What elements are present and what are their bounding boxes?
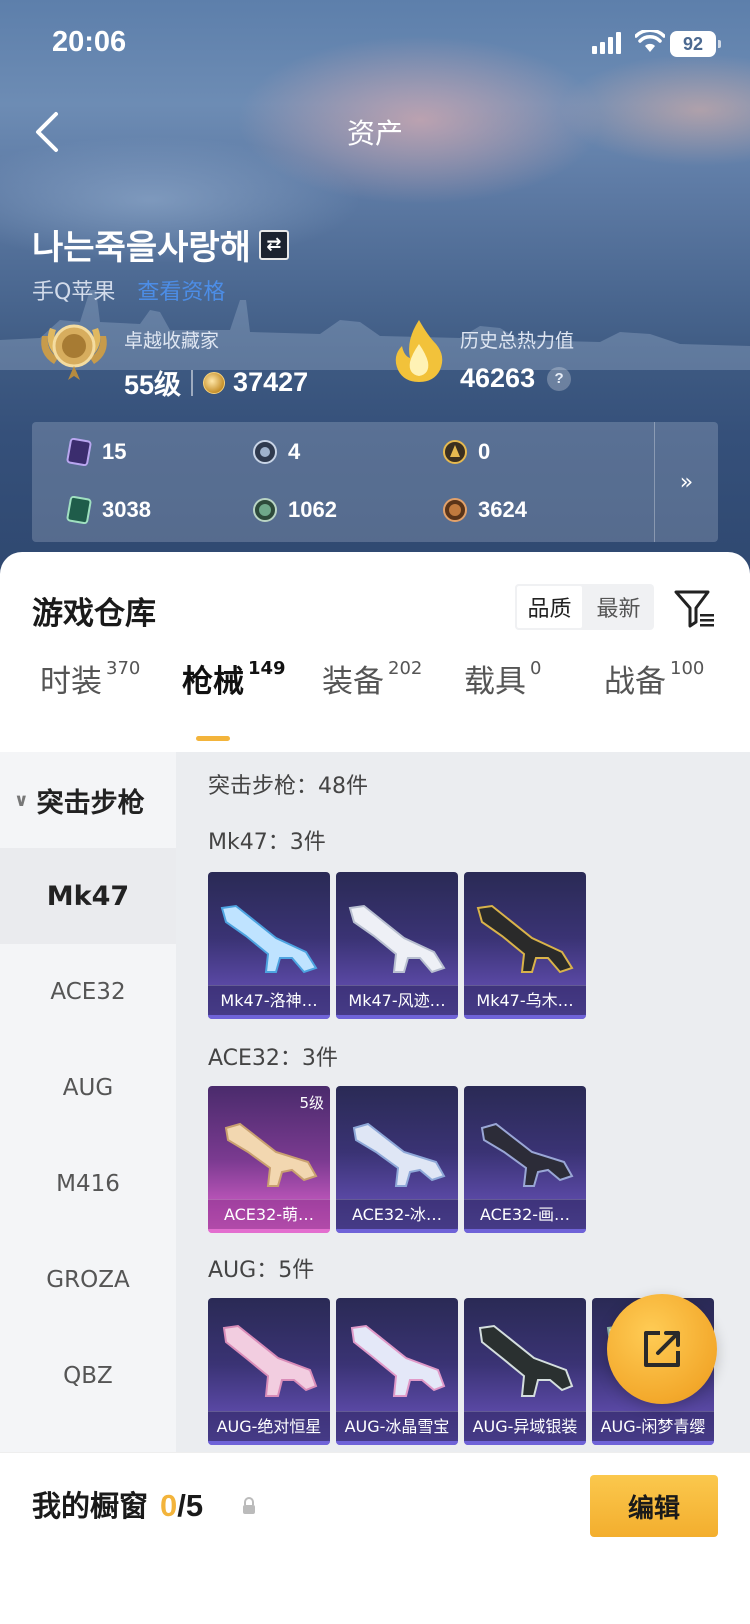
rifle-icon [222,1324,318,1397]
username: 나는죽을사랑해 [32,228,251,268]
lock-icon [243,1497,255,1514]
skin-card[interactable]: 5级 ACE32-萌… [208,1086,330,1233]
skin-card[interactable]: ACE32-冰… [336,1086,458,1233]
sort-quality-option[interactable]: 品质 [515,584,584,630]
rifle-icon [480,1122,574,1187]
weapon-sidebar: ∨ 突击步枪 Mk47 ACE32 AUG M416 GROZA QBZ [0,752,176,1452]
sidebar-item-ace32[interactable]: ACE32 [0,944,176,1040]
currency-item: 1062 [252,496,337,524]
platform-label: 手Q苹果 [32,280,116,305]
green-card-icon [66,496,92,524]
battery-indicator: 92 [670,31,721,57]
chevron-down-icon: ∨ [14,789,29,811]
category-tabs: 时装 370 枪械 149 装备 202 载具 0 战备 100 [0,656,750,726]
silver-coin-icon [253,440,277,464]
rifle-icon [220,904,318,974]
account-meta: 手Q苹果 查看资格 [32,274,225,306]
help-icon[interactable]: ? [547,366,572,391]
divider [191,369,194,396]
sidebar-item-groza[interactable]: GROZA [0,1232,176,1328]
sidebar-group-assault-rifles[interactable]: ∨ 突击步枪 [0,752,176,848]
collector-stat[interactable]: 卓越收藏家 55级 37427 [36,318,308,402]
heat-label: 历史总热力值 [460,330,575,352]
status-bar: 20:06 92 [0,0,750,90]
tab-fashion[interactable]: 时装 370 [40,656,140,701]
purple-card-icon [66,438,92,466]
sidebar-item-m416[interactable]: M416 [0,1136,176,1232]
sidebar-item-aug[interactable]: AUG [0,1040,176,1136]
showcase-count: 0 [160,1488,178,1523]
showcase-bar: 我的橱窗 0 /5 编辑 [0,1452,750,1624]
collector-badge-icon [41,324,107,380]
cellular-signal-icon [592,32,621,54]
switch-account-icon[interactable]: ⇄ [258,229,289,260]
rifle-icon [476,904,574,974]
sort-toggle: 品质 最新 [515,584,654,630]
skin-card[interactable]: ACE32-画… [464,1086,586,1233]
rifle-icon [348,904,446,974]
expand-currencies-button[interactable]: » [654,422,718,542]
clock: 20:06 [52,26,127,58]
page-title: 资产 [346,117,403,150]
username-row: 나는죽을사랑해 ⇄ [32,220,289,269]
sort-newest-option[interactable]: 最新 [584,584,653,630]
share-external-icon [644,1331,680,1367]
showcase-title: 我的橱窗 [32,1489,149,1523]
wifi-icon [635,30,665,52]
green-gem-icon [253,498,277,522]
skin-card[interactable]: Mk47-风迹… [336,872,458,1019]
section-heading: AUG：5件 [208,1258,315,1283]
flame-icon [395,320,443,382]
currency-item: 0 [442,438,490,466]
section-heading: Mk47：3件 [208,830,326,855]
currency-item: 3038 [66,496,151,524]
view-link[interactable]: 查看资格 [137,274,225,306]
rifle-icon [350,1324,446,1397]
currency-item: 15 [66,438,126,466]
rifle-icon [478,1324,574,1397]
skin-card[interactable]: Mk47-乌木… [464,872,586,1019]
bronze-coin-icon [443,498,467,522]
currency-panel[interactable]: 15 4 0 3038 1062 3624 » [32,422,718,542]
tab-supplies[interactable]: 战备 100 [604,656,704,701]
skin-card[interactable]: Mk47-洛神… [208,872,330,1019]
heat-stat: 历史总热力值 46263 ? [392,318,574,394]
filter-icon[interactable] [672,586,716,630]
currency-item: 3624 [442,496,527,524]
points-coin-icon [203,371,226,394]
heat-value: 46263 [460,363,536,393]
collector-label: 卓越收藏家 [124,330,220,352]
share-button[interactable] [607,1294,717,1404]
level-value: 55级 [124,370,182,400]
profile-header: 20:06 92 资产 나는죽을사랑해 ⇄ 手Q苹果 查看资格 卓越收藏家 55… [0,0,750,580]
tab-equipment[interactable]: 装备 202 [322,656,422,701]
tab-guns[interactable]: 枪械 149 [182,656,286,701]
skin-card[interactable]: AUG-绝对恒星 [208,1298,330,1445]
skin-card[interactable]: AUG-冰晶雪宝 [336,1298,458,1445]
edit-showcase-button[interactable]: 编辑 [590,1475,718,1537]
section-heading: ACE32：3件 [208,1046,338,1071]
warehouse-title: 游戏仓库 [32,596,156,632]
active-tab-indicator [196,736,230,741]
sidebar-item-qbz[interactable]: QBZ [0,1328,176,1424]
points-value: 37427 [233,367,309,397]
showcase-title-row: 我的橱窗 0 /5 [32,1483,203,1525]
rifle-icon [224,1122,318,1187]
category-summary: 突击步枪：48件 [208,774,368,799]
currency-item: 4 [252,438,300,466]
skin-card[interactable]: AUG-异域银装 [464,1298,586,1445]
sidebar-item-mk47[interactable]: Mk47 [0,848,176,944]
showcase-total: /5 [177,1488,204,1523]
gold-coin-icon [443,440,467,464]
tab-vehicles[interactable]: 载具 0 [464,656,541,701]
rifle-icon [352,1122,446,1187]
